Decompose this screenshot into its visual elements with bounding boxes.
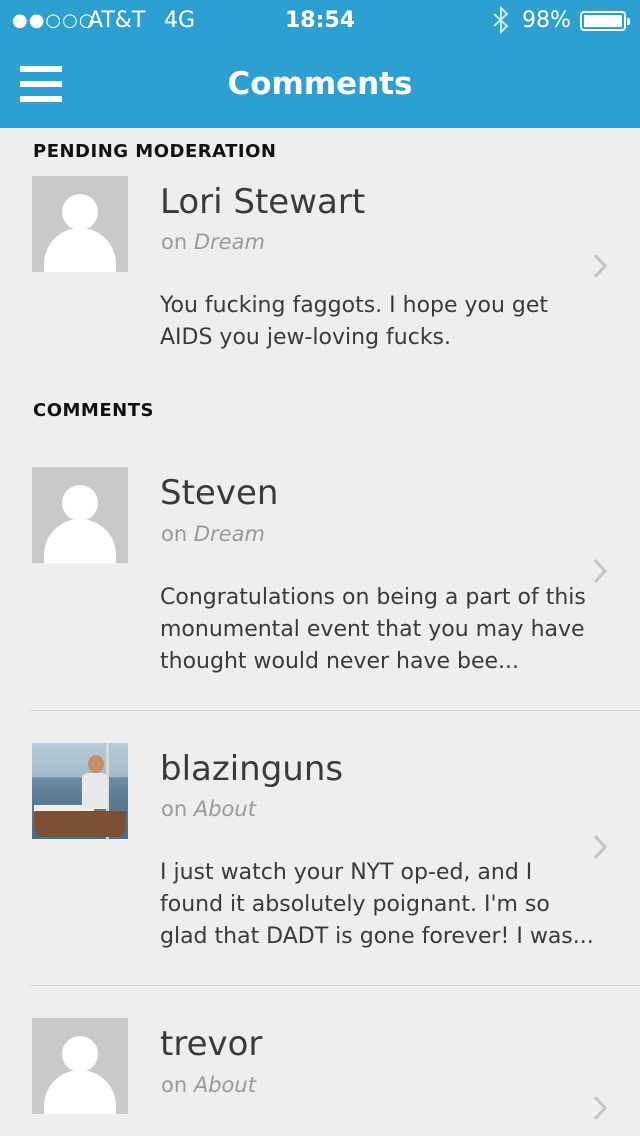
battery-percent: 98% bbox=[522, 8, 571, 33]
chevron-right-icon bbox=[593, 1095, 608, 1121]
commenter-name: trevor bbox=[160, 1024, 263, 1064]
comment-item[interactable]: Steven on Dream Congratulations on being… bbox=[0, 467, 640, 687]
avatar-placeholder bbox=[32, 176, 128, 272]
bluetooth-icon bbox=[493, 6, 509, 34]
commenter-name: blazinguns bbox=[160, 749, 344, 789]
row-divider bbox=[30, 985, 640, 986]
post-reference: on About bbox=[161, 1073, 256, 1097]
post-title: About bbox=[193, 1073, 256, 1097]
avatar-placeholder bbox=[32, 467, 128, 563]
commenter-name: Lori Stewart bbox=[160, 182, 366, 222]
page-title: Comments bbox=[227, 66, 413, 102]
chevron-right-icon bbox=[593, 558, 608, 584]
avatar-placeholder bbox=[32, 1018, 128, 1114]
battery-icon bbox=[580, 11, 630, 31]
top-bar: ●●○○○ AT&T 4G 18:54 98% Comments bbox=[0, 0, 640, 128]
comment-excerpt: I just watch your NYT op-ed, and I found… bbox=[160, 860, 594, 949]
comment-item[interactable]: trevor on About bbox=[0, 1018, 640, 1136]
comment-item[interactable]: blazinguns on About I just watch your NY… bbox=[0, 743, 640, 963]
avatar-photo bbox=[32, 743, 128, 839]
post-title: About bbox=[193, 797, 256, 821]
commenter-name: Steven bbox=[160, 473, 279, 513]
comment-excerpt: Congratulations on being a part of this … bbox=[160, 585, 586, 674]
post-reference: on Dream bbox=[161, 522, 265, 546]
row-divider bbox=[30, 710, 640, 711]
chevron-right-icon bbox=[593, 253, 608, 279]
status-bar: ●●○○○ AT&T 4G 18:54 98% bbox=[0, 0, 640, 40]
section-header-comments: COMMENTS bbox=[33, 400, 154, 421]
post-title: Dream bbox=[193, 230, 265, 254]
post-title: Dream bbox=[193, 522, 265, 546]
comment-item[interactable]: Lori Stewart on Dream You fucking faggot… bbox=[0, 176, 640, 356]
post-reference: on About bbox=[161, 797, 256, 821]
post-reference: on Dream bbox=[161, 230, 265, 254]
comment-excerpt: You fucking faggots. I hope you get AIDS… bbox=[160, 293, 549, 350]
section-header-pending: PENDING MODERATION bbox=[33, 141, 277, 162]
